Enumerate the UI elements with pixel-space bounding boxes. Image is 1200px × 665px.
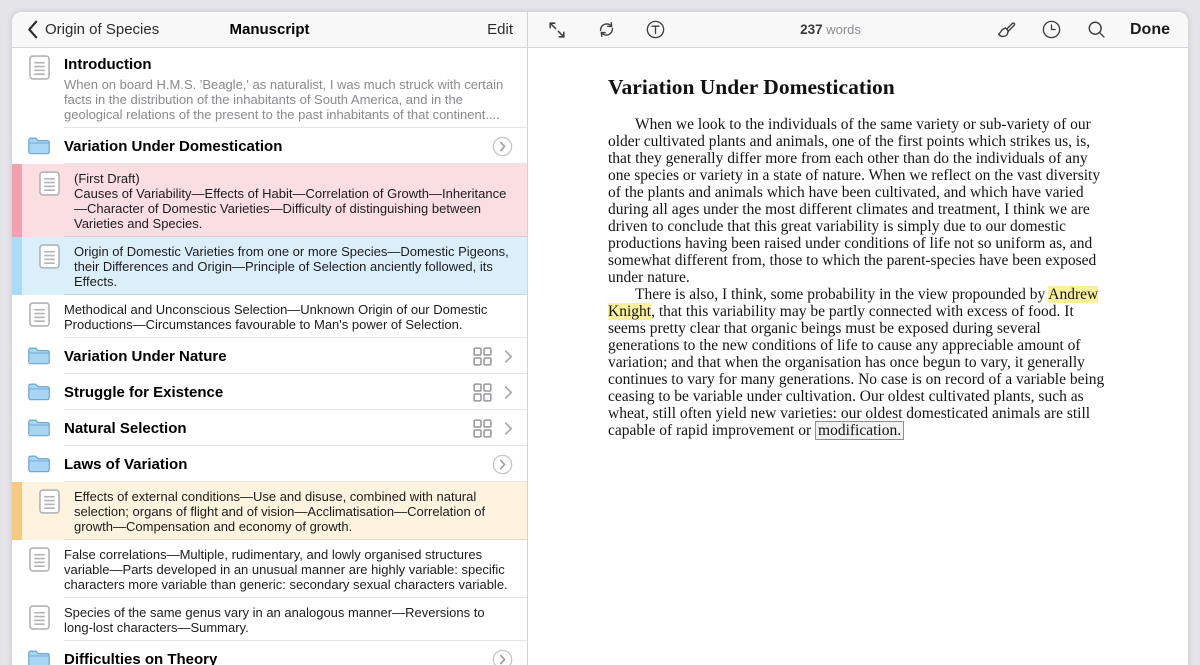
document-icon: [27, 302, 51, 327]
document-icon: [37, 489, 61, 514]
binder-row[interactable]: False correlations—Multiple, rudimentary…: [12, 540, 527, 598]
binder-item-title: Introduction: [64, 54, 509, 74]
back-button[interactable]: Origin of Species: [26, 19, 159, 41]
sync-icon[interactable]: [595, 19, 617, 41]
binder-row[interactable]: Effects of external conditions—Use and d…: [12, 482, 527, 540]
document-icon: [27, 547, 51, 572]
binder-item-title: Struggle for Existence: [64, 382, 465, 402]
expand-icon[interactable]: [546, 19, 568, 41]
folder-icon: [27, 346, 51, 366]
label-color-strip: [12, 237, 22, 295]
binder-item-text: (First Draft)Causes of Variability—Effec…: [74, 170, 509, 231]
binder-row[interactable]: Variation Under Domestication: [12, 128, 527, 164]
folder-icon: [27, 418, 51, 438]
circle-chevron-icon: [492, 454, 513, 475]
binder-item-text: Species of the same genus vary in an ana…: [64, 604, 509, 635]
chevron-right-icon: [504, 349, 513, 364]
binder-list: Introduction When on board H.M.S. 'Beagl…: [12, 48, 527, 665]
binder-row[interactable]: Laws of Variation: [12, 446, 527, 482]
binder-row[interactable]: Origin of Domestic Varieties from one or…: [12, 237, 527, 295]
corkboard-grid-icon: [473, 347, 492, 366]
paragraph-2-text: There is also, I think, some probability…: [635, 286, 1048, 303]
binder-row[interactable]: Difficulties on Theory: [12, 641, 527, 665]
label-color-strip: [12, 164, 22, 237]
word-count: 237 words: [693, 22, 968, 37]
corkboard-grid-icon: [473, 383, 492, 402]
document-icon: [37, 244, 61, 269]
document-icon: [27, 605, 51, 630]
circle-chevron-icon: [492, 136, 513, 157]
row-accessory[interactable]: [473, 347, 517, 366]
binder-item-title: Laws of Variation: [64, 454, 484, 474]
annotation-boxed-text: modification.: [815, 421, 904, 440]
binder-item-title: Difficulties on Theory: [64, 649, 484, 665]
paragraph-2-text: , that this variability may be partly co…: [608, 303, 1104, 439]
binder-row[interactable]: (First Draft)Causes of Variability—Effec…: [12, 164, 527, 237]
label-color-strip: [12, 482, 22, 540]
binder-row[interactable]: Struggle for Existence: [12, 374, 527, 410]
scrivener-window: Origin of Species Manuscript Edit Introd…: [12, 12, 1188, 665]
back-chevron-icon: [26, 19, 38, 41]
row-accessory[interactable]: [492, 649, 517, 665]
done-button[interactable]: Done: [1130, 21, 1170, 39]
binder-toolbar: Origin of Species Manuscript Edit: [12, 12, 527, 48]
binder-item-text: Methodical and Unconscious Selection—Unk…: [64, 301, 509, 332]
binder-row[interactable]: Methodical and Unconscious Selection—Unk…: [12, 295, 527, 338]
folder-icon: [27, 454, 51, 474]
format-brush-icon[interactable]: [995, 19, 1017, 41]
paragraph-1[interactable]: When we look to the individuals of the s…: [608, 116, 1108, 286]
chevron-right-icon: [504, 385, 513, 400]
typography-icon[interactable]: [644, 19, 666, 41]
binder-item-text: False correlations—Multiple, rudimentary…: [64, 546, 509, 592]
binder-row[interactable]: Natural Selection: [12, 410, 527, 446]
editor-pane: 237 words Done Variation Under Domestica…: [528, 12, 1188, 665]
chevron-right-icon: [504, 421, 513, 436]
row-accessory[interactable]: [492, 454, 517, 475]
document-text[interactable]: Variation Under Domestication When we lo…: [608, 48, 1108, 439]
document-title[interactable]: Variation Under Domestication: [608, 74, 1108, 100]
binder-item-text: When on board H.M.S. 'Beagle,' as natura…: [64, 76, 509, 122]
editor-scroll-area[interactable]: Variation Under Domestication When we lo…: [528, 48, 1188, 665]
binder-item-title: Natural Selection: [64, 418, 465, 438]
binder-row[interactable]: Variation Under Nature: [12, 338, 527, 374]
folder-icon: [27, 649, 51, 665]
folder-icon: [27, 382, 51, 402]
editor-toolbar: 237 words Done: [528, 12, 1188, 48]
row-accessory[interactable]: [473, 419, 517, 438]
document-icon: [37, 171, 61, 196]
binder-row[interactable]: Species of the same genus vary in an ana…: [12, 598, 527, 641]
word-count-unit: words: [826, 22, 861, 37]
row-accessory[interactable]: [473, 383, 517, 402]
paragraph-2[interactable]: There is also, I think, some probability…: [608, 286, 1108, 439]
row-accessory[interactable]: [492, 136, 517, 157]
document-icon: [27, 55, 51, 80]
binder-item-title: Variation Under Nature: [64, 346, 465, 366]
binder-item-text: Origin of Domestic Varieties from one or…: [74, 243, 509, 289]
circle-chevron-icon: [492, 649, 513, 665]
binder-row[interactable]: Introduction When on board H.M.S. 'Beagl…: [12, 48, 527, 128]
search-icon[interactable]: [1085, 19, 1107, 41]
binder-pane: Origin of Species Manuscript Edit Introd…: [12, 12, 528, 665]
edit-button[interactable]: Edit: [487, 21, 513, 38]
corkboard-grid-icon: [473, 419, 492, 438]
binder-item-title: Variation Under Domestication: [64, 136, 484, 156]
snapshots-clock-icon[interactable]: [1040, 19, 1062, 41]
back-button-label: Origin of Species: [45, 21, 159, 38]
word-count-number: 237: [800, 22, 823, 37]
folder-icon: [27, 136, 51, 156]
binder-item-text: Effects of external conditions—Use and d…: [74, 488, 509, 534]
